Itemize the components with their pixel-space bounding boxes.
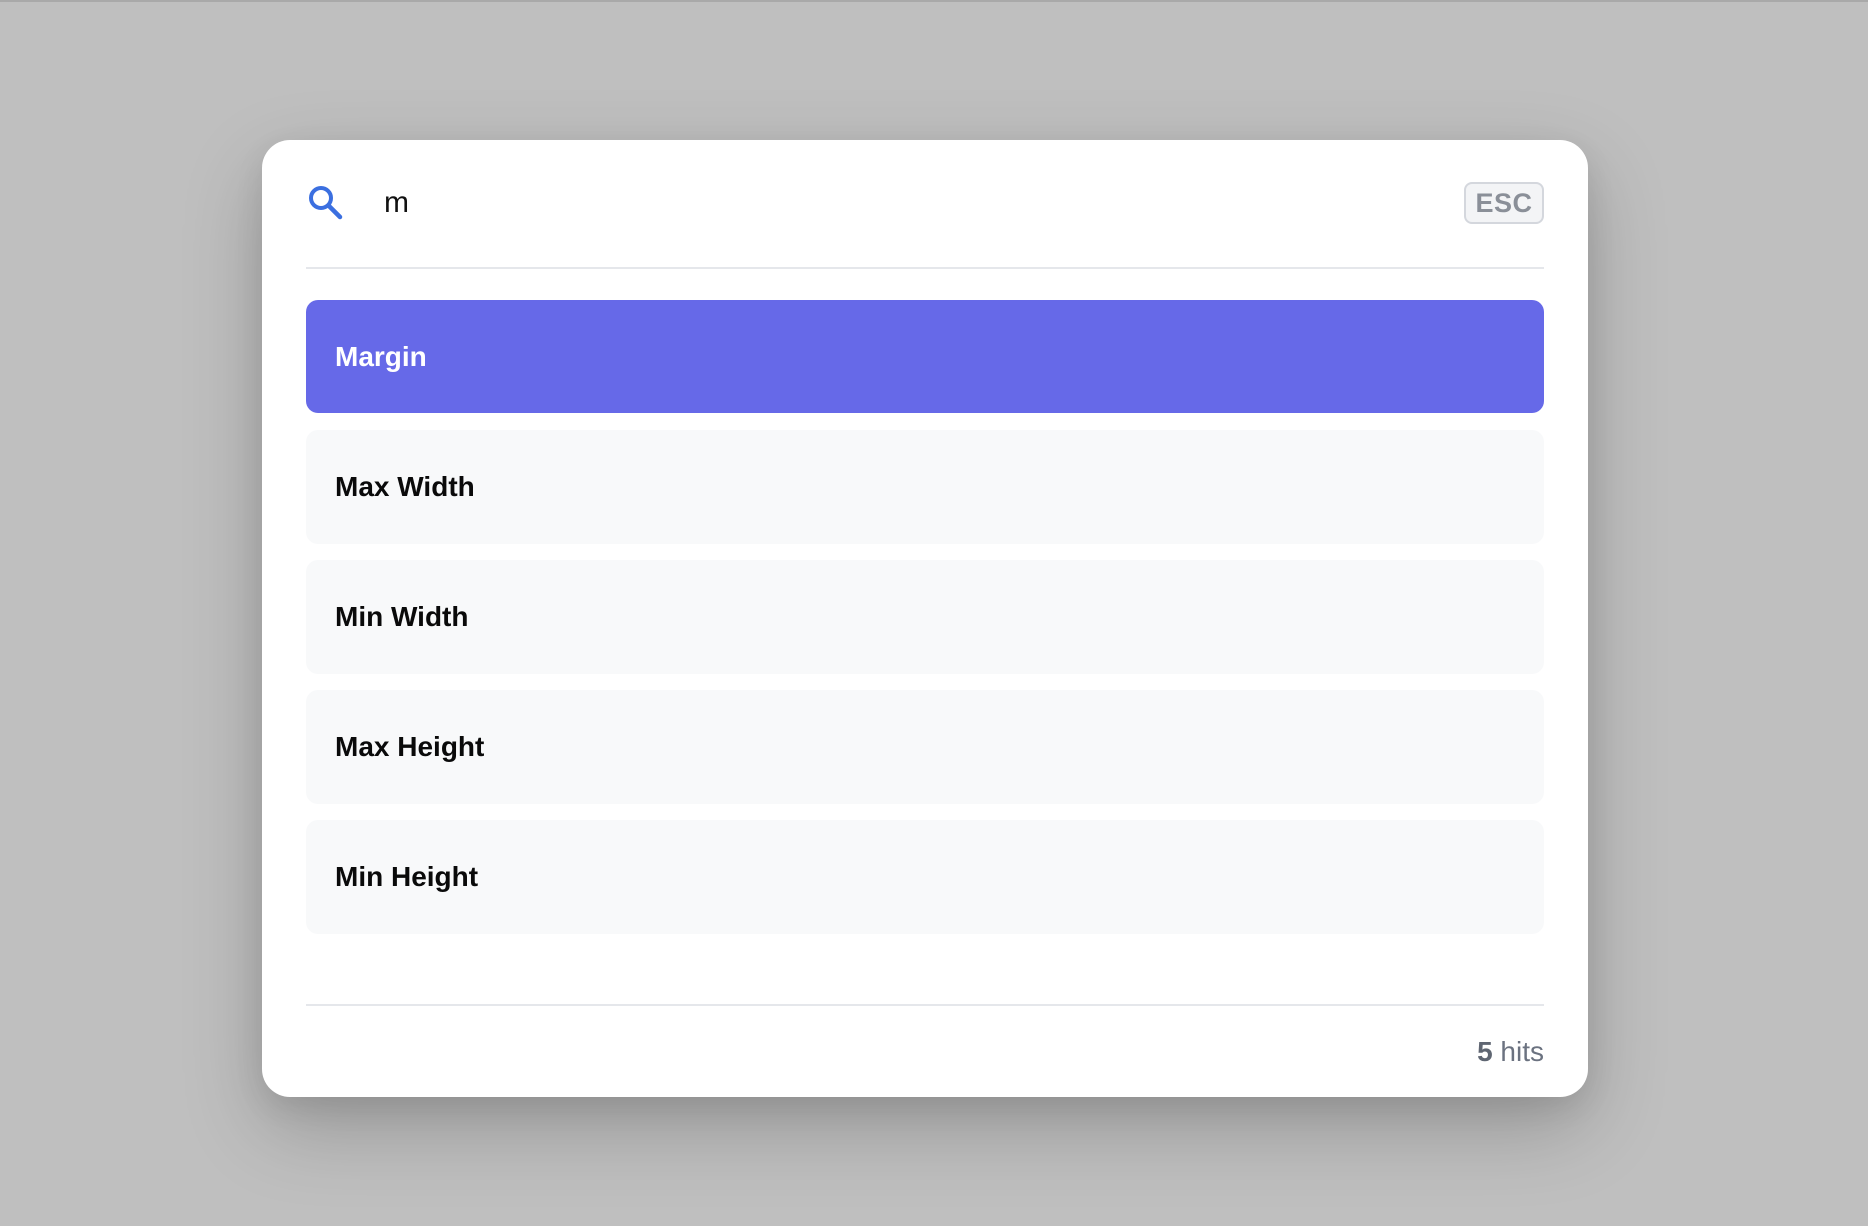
result-item-min-height[interactable]: Min Height — [306, 820, 1544, 934]
hits-count: 5 — [1477, 1036, 1493, 1067]
result-item-margin[interactable]: Margin — [306, 300, 1544, 413]
palette-footer: 5 hits — [306, 1004, 1544, 1097]
result-item-max-height[interactable]: Max Height — [306, 690, 1544, 804]
result-label: Max Height — [335, 731, 485, 762]
esc-button[interactable]: ESC — [1464, 182, 1544, 224]
hits-label: hits — [1500, 1036, 1544, 1067]
results-list: Margin Max Width Min Width Max Height Mi… — [306, 300, 1544, 950]
hits-counter: 5 hits — [1477, 1036, 1544, 1068]
result-label: Min Height — [335, 861, 479, 892]
search-icon — [309, 186, 343, 220]
result-item-min-width[interactable]: Min Width — [306, 560, 1544, 674]
result-label: Max Width — [335, 471, 475, 502]
result-label: Min Width — [335, 601, 469, 632]
search-input[interactable] — [384, 178, 1284, 228]
search-bar: ESC — [306, 140, 1544, 269]
result-item-max-width[interactable]: Max Width — [306, 430, 1544, 544]
window-top-border — [0, 0, 1868, 2]
command-palette: ESC Margin Max Width Min Width Max Heigh… — [262, 140, 1588, 1097]
result-label: Margin — [335, 340, 427, 372]
